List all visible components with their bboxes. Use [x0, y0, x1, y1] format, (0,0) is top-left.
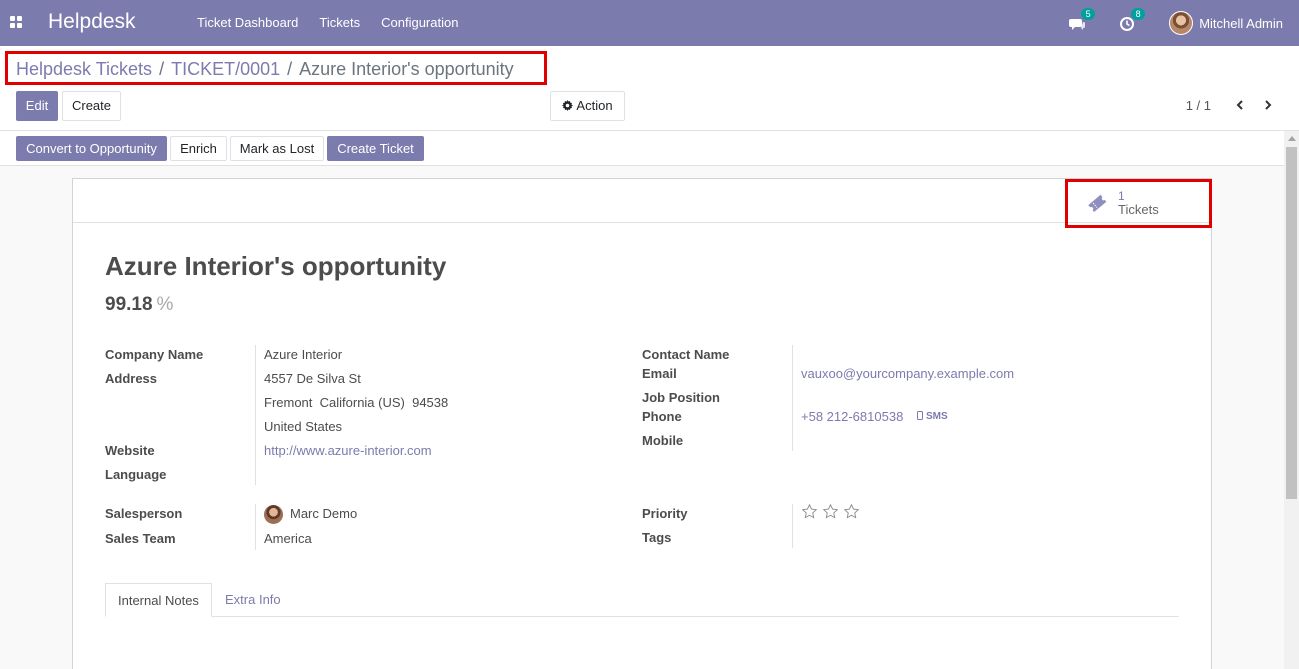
create-button[interactable]: Create	[62, 91, 121, 121]
probability-value: 99.18	[105, 294, 153, 315]
star-icon[interactable]	[843, 503, 860, 520]
smart-button-highlight	[1065, 179, 1212, 228]
top-navbar: Helpdesk Ticket Dashboard Tickets Config…	[0, 0, 1299, 46]
action-label: Action	[576, 98, 613, 113]
chevron-right-icon[interactable]	[1263, 100, 1273, 110]
address-city-state-zip[interactable]: Fremont California (US) 94538	[264, 395, 448, 410]
mobile-icon	[917, 411, 923, 420]
user-avatar	[1169, 11, 1194, 35]
phone-label: Phone	[642, 409, 682, 424]
priority-label: Priority	[642, 506, 688, 521]
sales-team-label: Sales Team	[105, 531, 176, 546]
language-label: Language	[105, 467, 167, 482]
field-divider	[792, 345, 793, 451]
email-value[interactable]: vauxoo@yourcompany.example.com	[801, 366, 1014, 381]
company-name-label: Company Name	[105, 347, 204, 362]
job-position-label: Job Position	[642, 390, 720, 405]
field-divider	[255, 345, 256, 485]
apps-menu-icon[interactable]	[10, 16, 22, 28]
website-link[interactable]: http://www.azure-interior.com	[264, 443, 432, 458]
address-street[interactable]: 4557 De Silva St	[264, 371, 361, 386]
edit-button[interactable]: Edit	[16, 91, 58, 121]
activities-icon[interactable]: 8	[1119, 8, 1146, 33]
address-country[interactable]: United States	[264, 419, 342, 434]
field-divider	[792, 504, 793, 548]
priority-stars[interactable]	[801, 503, 864, 520]
menu-ticket-dashboard[interactable]: Ticket Dashboard	[197, 15, 298, 30]
user-menu[interactable]: Mitchell Admin	[1169, 11, 1283, 35]
salesperson-label: Salesperson	[105, 506, 183, 521]
gear-icon	[562, 100, 574, 111]
menu-tickets[interactable]: Tickets	[319, 15, 360, 30]
action-dropdown[interactable]: Action	[550, 91, 625, 121]
sales-team-value[interactable]: America	[264, 531, 312, 546]
smart-button-box: 1 Tickets	[73, 179, 1211, 223]
vertical-scrollbar[interactable]	[1284, 131, 1299, 669]
convert-to-opportunity-button[interactable]: Convert to Opportunity	[16, 136, 167, 161]
scroll-up-arrow[interactable]	[1288, 136, 1296, 141]
chevron-left-icon[interactable]	[1235, 100, 1245, 110]
form-statusbar: Convert to Opportunity Enrich Mark as Lo…	[0, 131, 1299, 166]
tab-internal-notes[interactable]: Internal Notes	[105, 583, 212, 617]
probability-unit: %	[156, 294, 174, 315]
messages-badge: 5	[1081, 8, 1096, 20]
probability[interactable]: 99.18%	[105, 294, 173, 316]
notebook-tabs: Internal Notes Extra Info	[105, 583, 1179, 617]
address-label: Address	[105, 371, 158, 386]
activities-badge: 8	[1131, 8, 1146, 20]
record-title[interactable]: Azure Interior's opportunity	[105, 251, 446, 282]
contact-name-label: Contact Name	[642, 347, 730, 362]
field-divider	[255, 504, 256, 550]
form-sheet: 1 Tickets Azure Interior's opportunity 9…	[72, 178, 1212, 669]
breadcrumb-highlight	[5, 51, 547, 85]
enrich-button[interactable]: Enrich	[170, 136, 227, 161]
sms-label: SMS	[926, 411, 948, 422]
control-panel: Helpdesk Tickets / TICKET/0001 / Azure I…	[0, 46, 1299, 131]
scroll-thumb[interactable]	[1286, 147, 1297, 499]
messages-icon[interactable]: 5	[1069, 8, 1096, 33]
salesperson-avatar	[264, 505, 283, 524]
phone-value[interactable]: +58 212-6810538	[801, 409, 903, 424]
user-name: Mitchell Admin	[1199, 15, 1283, 31]
tags-label: Tags	[642, 530, 672, 545]
email-label: Email	[642, 366, 677, 381]
star-icon[interactable]	[822, 503, 839, 520]
systray: 5 8 Mitchell Admin	[1069, 0, 1299, 46]
pager-value[interactable]: 1 / 1	[1186, 98, 1211, 113]
sms-button[interactable]: SMS	[917, 411, 948, 422]
main-menu: Ticket Dashboard Tickets Configuration	[197, 15, 479, 30]
salesperson-value[interactable]: Marc Demo	[290, 506, 357, 521]
app-brand[interactable]: Helpdesk	[48, 10, 136, 34]
company-name-value[interactable]: Azure Interior	[264, 347, 342, 362]
star-icon[interactable]	[801, 503, 818, 520]
create-ticket-button[interactable]: Create Ticket	[327, 136, 424, 161]
menu-configuration[interactable]: Configuration	[381, 15, 458, 30]
website-label: Website	[105, 443, 155, 458]
tab-extra-info[interactable]: Extra Info	[213, 583, 293, 617]
mobile-label: Mobile	[642, 433, 684, 448]
mark-as-lost-button[interactable]: Mark as Lost	[230, 136, 324, 161]
